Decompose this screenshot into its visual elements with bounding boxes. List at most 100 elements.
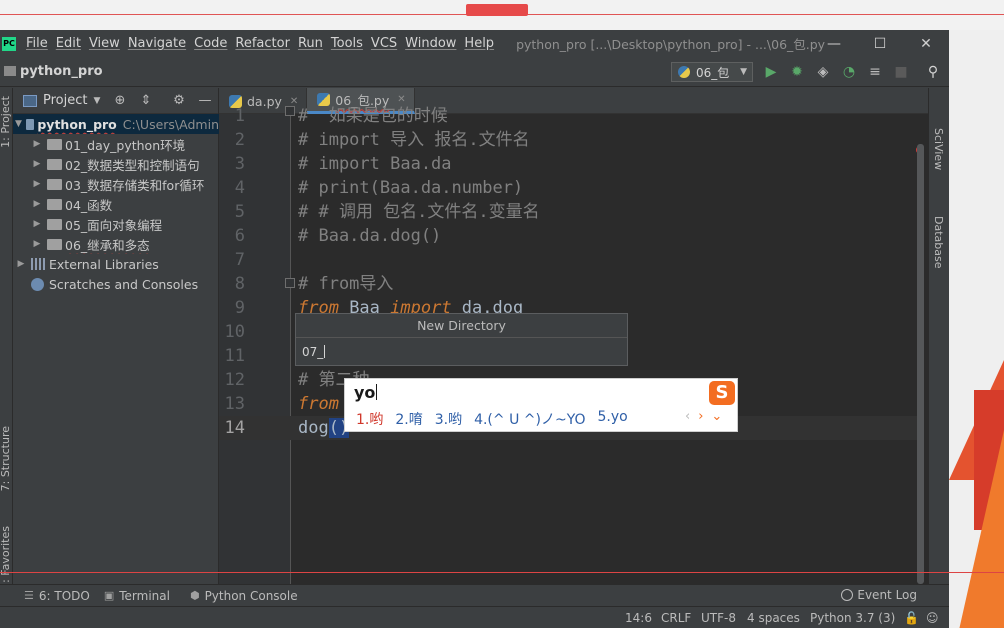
collapsed-arrow-icon[interactable]: ▶ xyxy=(31,219,43,229)
vertical-scrollbar[interactable] xyxy=(917,144,924,584)
code-text: # import Baa.da xyxy=(298,154,452,174)
tab-sciview[interactable]: SciView xyxy=(932,128,945,170)
search-icon[interactable]: ⚲ xyxy=(925,64,941,80)
minimize-button[interactable]: — xyxy=(811,30,857,57)
fold-icon[interactable] xyxy=(285,278,295,288)
event-log-icon xyxy=(841,589,854,601)
folder-icon xyxy=(47,218,62,230)
collapse-icon[interactable]: ⇕ xyxy=(139,94,153,108)
ime-candidate[interactable]: 5.yo xyxy=(598,409,628,429)
tab-database[interactable]: Database xyxy=(932,216,945,269)
todo-button[interactable]: ☰ 6: TODO xyxy=(24,589,90,603)
fold-icon[interactable] xyxy=(285,106,295,116)
tree-item[interactable]: ▶ 06_继承和多态 xyxy=(13,234,219,254)
expand-candidates-icon[interactable]: ⌄ xyxy=(711,409,722,424)
line-number: 8 xyxy=(234,274,245,294)
collapsed-arrow-icon[interactable]: ▶ xyxy=(31,159,43,169)
debug-icon[interactable]: ✹ xyxy=(789,64,805,80)
pycharm-logo-icon: PC xyxy=(2,36,16,51)
menu-tools[interactable]: Tools xyxy=(327,36,367,51)
folder-icon xyxy=(25,118,35,130)
ime-candidate[interactable]: 1.哟 xyxy=(356,409,383,429)
event-log-button[interactable]: Event Log xyxy=(841,588,917,602)
menu-refactor[interactable]: Refactor xyxy=(231,36,294,51)
expanded-arrow-icon[interactable]: ▼ xyxy=(15,119,22,129)
terminal-button[interactable]: ▣ Terminal xyxy=(104,589,170,603)
python-interpreter[interactable]: Python 3.7 (3) xyxy=(810,611,895,625)
tree-item-scratches[interactable]: Scratches and Consoles xyxy=(13,274,219,294)
project-view-icon xyxy=(23,94,37,107)
menu-view[interactable]: View xyxy=(85,36,124,51)
menu-run[interactable]: Run xyxy=(294,36,327,51)
code-token: dog xyxy=(298,418,329,438)
new-directory-dialog: New Directory 07_ xyxy=(295,313,628,366)
menu-code[interactable]: Code xyxy=(190,36,231,51)
tree-item[interactable]: ▶ 04_函数 xyxy=(13,194,219,214)
maximize-button[interactable]: ☐ xyxy=(857,30,903,57)
line-separator[interactable]: CRLF xyxy=(661,611,691,625)
line-number: 13 xyxy=(224,394,245,414)
next-page-icon[interactable]: › xyxy=(698,409,703,424)
tree-item[interactable]: ▶ 01_day_python环境 xyxy=(13,134,219,154)
coverage-icon[interactable]: ◈ xyxy=(815,64,831,80)
list-icon: ☰ xyxy=(24,589,34,602)
tab-favorites-tool[interactable]: 2: Favorites xyxy=(0,526,12,590)
indent-setting[interactable]: 4 spaces xyxy=(747,611,800,625)
tree-item-label: 03_数据存储类和for循环 xyxy=(65,177,205,193)
ime-candidate[interactable]: 3.哟 xyxy=(435,409,462,429)
run-icon[interactable]: ▶ xyxy=(763,64,779,80)
menu-window[interactable]: Window xyxy=(401,36,460,51)
chevron-down-icon[interactable]: ▼ xyxy=(93,96,100,106)
chevron-down-icon: ▼ xyxy=(740,67,747,77)
tree-item[interactable]: ▶ 05_面向对象编程 xyxy=(13,214,219,234)
directory-name-input[interactable]: 07_ xyxy=(302,345,602,363)
notifications-icon[interactable]: ☺ xyxy=(926,611,939,625)
gear-icon[interactable]: ⚙ xyxy=(172,94,186,108)
concurrency-icon[interactable]: ≡ xyxy=(867,64,883,80)
tree-root-path: C:\Users\Admin xyxy=(122,116,219,132)
run-configuration-label: 06_包 xyxy=(696,65,730,80)
project-view-select[interactable]: Project xyxy=(43,93,87,108)
ime-candidate[interactable]: 2.唷 xyxy=(395,409,422,429)
collapsed-arrow-icon[interactable]: ▶ xyxy=(31,179,43,189)
tree-item[interactable]: ▶ 03_数据存储类和for循环 xyxy=(13,174,219,194)
run-configuration-select[interactable]: 06_包 ▼ xyxy=(671,62,753,82)
tab-structure-tool[interactable]: 7: Structure xyxy=(0,426,12,491)
sogou-logo-icon[interactable]: S xyxy=(709,381,735,405)
prev-page-icon[interactable]: ‹ xyxy=(685,409,690,424)
close-window-button[interactable]: ✕ xyxy=(903,30,949,57)
menu-edit[interactable]: Edit xyxy=(52,36,85,51)
ime-candidate-window: yo S 1.哟 2.唷 3.哟 4.(^ U ^)ノ~YO 5.yo ‹ › … xyxy=(344,378,738,432)
tree-item-label: 02_数据类型和控制语句 xyxy=(65,157,200,173)
locate-icon[interactable]: ⊕ xyxy=(113,94,127,108)
line-number: 14 xyxy=(224,418,245,438)
ime-candidate[interactable]: 4.(^ U ^)ノ~YO xyxy=(474,409,585,429)
collapsed-arrow-icon[interactable]: ▶ xyxy=(31,139,43,149)
python-console-button[interactable]: ⬢ Python Console xyxy=(190,589,298,603)
tree-item[interactable]: ▶ 02_数据类型和控制语句 xyxy=(13,154,219,174)
menu-vcs[interactable]: VCS xyxy=(367,36,401,51)
tab-project-tool[interactable]: 1: Project xyxy=(0,96,12,148)
library-icon xyxy=(31,258,45,270)
breadcrumb-project[interactable]: python_pro xyxy=(20,64,103,79)
collapsed-arrow-icon[interactable]: ▶ xyxy=(31,239,43,249)
tree-root[interactable]: ▼ python_pro C:\Users\Admin xyxy=(13,114,219,134)
hide-icon[interactable]: — xyxy=(198,94,212,108)
tree-item-external-libraries[interactable]: ▶ External Libraries xyxy=(13,254,219,274)
menu-file[interactable]: File xyxy=(22,36,52,51)
stop-icon[interactable]: ■ xyxy=(893,64,909,80)
tree-item-label: 05_面向对象编程 xyxy=(65,217,163,233)
menu-navigate[interactable]: Navigate xyxy=(124,36,190,51)
profile-icon[interactable]: ◔ xyxy=(841,64,857,80)
lock-icon[interactable]: 🔓 xyxy=(904,611,919,625)
collapsed-arrow-icon[interactable]: ▶ xyxy=(15,259,27,269)
collapsed-arrow-icon[interactable]: ▶ xyxy=(31,199,43,209)
code-line: 6 # Baa.da.dog() xyxy=(219,224,919,248)
project-panel-header: Project ▼ ⊕ ⇕ ⚙ — xyxy=(13,88,218,114)
tree-root-label: python_pro xyxy=(37,116,117,132)
file-encoding[interactable]: UTF-8 xyxy=(701,611,736,625)
caret-position[interactable]: 14:6 xyxy=(625,611,652,625)
menu-help[interactable]: Help xyxy=(460,36,498,51)
overlay-red-line xyxy=(0,572,1004,573)
ime-composition: yo xyxy=(354,383,378,402)
